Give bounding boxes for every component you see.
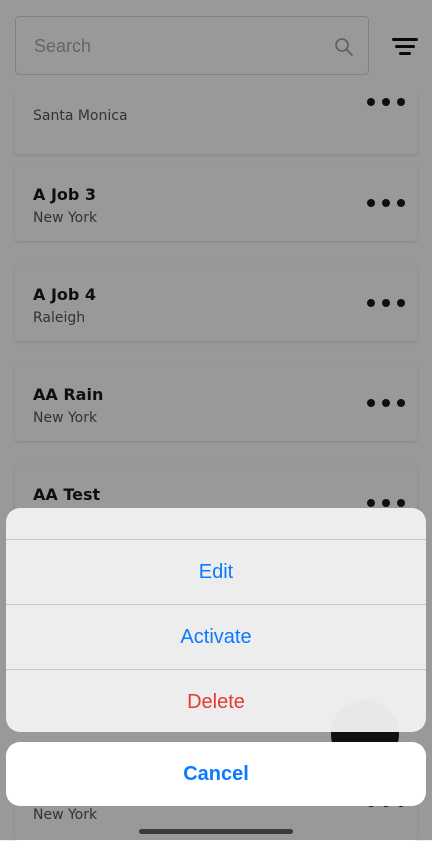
cancel-button[interactable]: Cancel	[6, 742, 426, 806]
action-sheet: Edit Activate Delete	[6, 508, 426, 732]
action-sheet-header	[6, 508, 426, 540]
home-indicator	[139, 829, 293, 834]
edit-action[interactable]: Edit	[6, 540, 426, 605]
delete-action[interactable]: Delete	[6, 670, 426, 732]
activate-action[interactable]: Activate	[6, 605, 426, 670]
